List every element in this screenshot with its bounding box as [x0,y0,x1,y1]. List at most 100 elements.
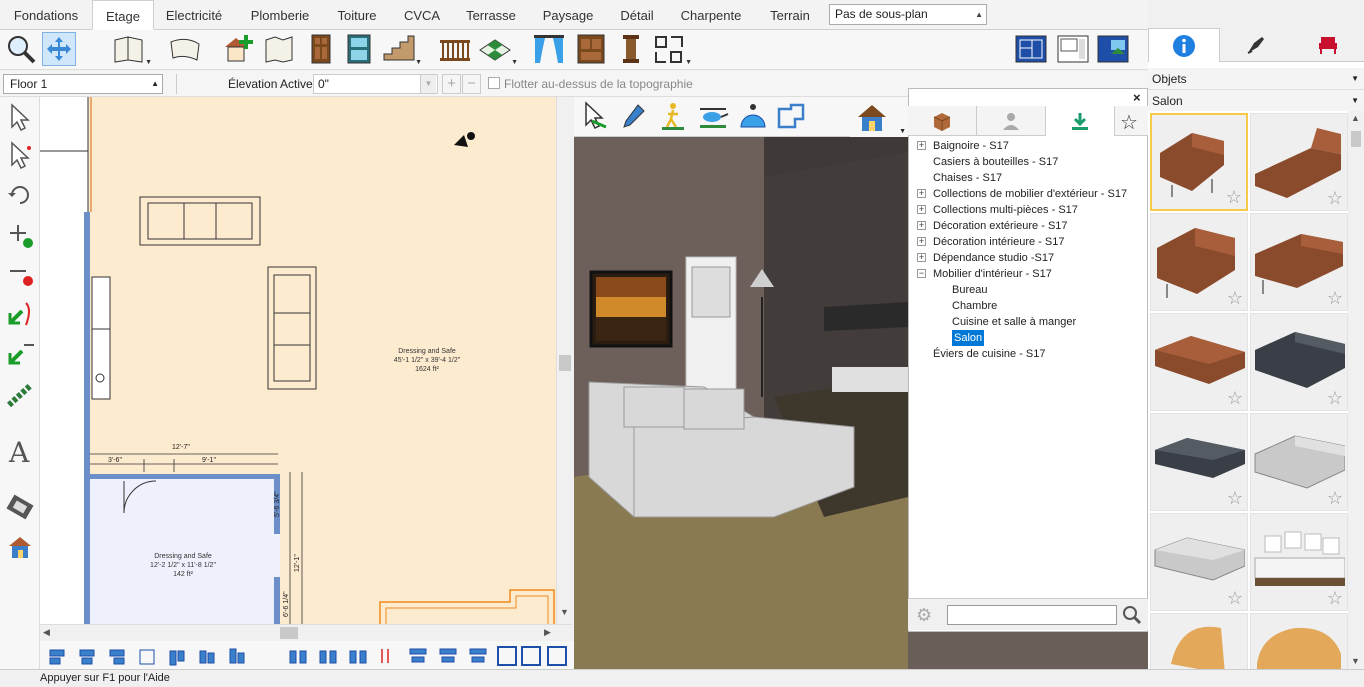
chevron-left-icon[interactable]: ◀ [43,627,50,638]
scroll-thumb[interactable] [1351,131,1361,147]
plan-3d-button[interactable] [774,99,808,133]
floor-plan-button[interactable] [262,32,296,66]
select-3d-button[interactable] [578,99,612,133]
tab-terrain[interactable]: Terrain [758,0,822,30]
orbit-button[interactable] [736,99,770,133]
floor-select[interactable]: Floor 1 ▲▼ [3,74,163,106]
object-thumbnail[interactable] [1250,613,1348,669]
info-tab[interactable] [1148,28,1220,62]
pen-tab[interactable] [1220,28,1292,62]
object-thumbnail[interactable]: ☆ [1150,313,1248,411]
object-thumbnail[interactable]: ☆ [1250,513,1348,611]
railing-button[interactable] [438,32,472,66]
object-thumbnail[interactable]: ☆ [1150,113,1248,211]
curved-wall-button[interactable] [168,32,202,66]
object-thumbnail[interactable]: ☆ [1150,213,1248,311]
object-thumbnail[interactable]: ☆ [1250,213,1348,311]
window-button[interactable] [342,32,376,66]
tab-fondations[interactable]: Fondations [2,0,90,30]
star-icon[interactable]: ☆ [1120,110,1138,135]
expand-icon[interactable]: + [917,189,926,198]
tab-toiture[interactable]: Toiture [326,0,388,30]
chevron-down-icon[interactable]: ▼ [560,607,569,617]
tab-electricite[interactable]: Electricité [158,0,230,30]
subcategory-select[interactable]: Salon ▼ [1148,90,1364,112]
favorite-star-icon[interactable]: ☆ [1327,488,1343,509]
wall-tool-button[interactable]: ▼ [112,32,152,66]
object-thumbnail[interactable]: ☆ [1150,513,1248,611]
favorite-star-icon[interactable]: ☆ [1227,588,1243,609]
favorite-star-icon[interactable]: ☆ [1327,288,1343,309]
tab-paysage[interactable]: Paysage [532,0,604,30]
chevron-down-icon[interactable]: ▼ [1351,656,1360,666]
add-point-button[interactable] [2,219,38,251]
plan-horizontal-scrollbar[interactable]: ◀ ▶ [40,624,572,640]
favorite-star-icon[interactable]: ☆ [1227,388,1243,409]
aerial-button[interactable] [696,99,730,133]
scroll-thumb[interactable] [559,355,571,371]
break-line-button[interactable] [2,257,38,289]
floor-tile-button[interactable]: ▼ [478,32,518,66]
minus-button[interactable]: − [462,74,481,94]
object-thumbnail[interactable]: ☆ [1250,313,1348,411]
favorite-star-icon[interactable]: ☆ [1327,588,1343,609]
tab-cvca[interactable]: CVCA [394,0,450,30]
room-button[interactable] [222,32,256,66]
object-thumbnail[interactable]: ☆ [1250,113,1348,211]
favorite-star-icon[interactable]: ☆ [1227,488,1243,509]
library-search-input[interactable] [947,605,1117,625]
library-user-tab[interactable] [977,106,1046,136]
tab-terrasse[interactable]: Terrasse [456,0,526,30]
expand-icon[interactable]: + [917,221,926,230]
walk-button[interactable] [656,99,690,133]
text-button[interactable]: A [2,435,38,467]
favorite-star-icon[interactable]: ☆ [1227,288,1243,309]
plan-vertical-scrollbar[interactable]: ▼ [556,97,572,624]
select-button[interactable] [2,101,38,133]
tab-etage[interactable]: Etage [92,0,154,30]
library-download-tab[interactable] [1046,106,1115,136]
camera-view-button[interactable] [1096,32,1130,66]
layout-view-button[interactable] [1056,32,1090,66]
chevron-right-icon[interactable]: ▶ [544,627,551,638]
3d-camera-menu[interactable]: ▼ [850,97,908,137]
object-thumbnail[interactable] [1150,613,1248,669]
door-button[interactable] [304,32,338,66]
eyedropper-button[interactable] [616,99,650,133]
tab-plomberie[interactable]: Plomberie [240,0,320,30]
layout-button[interactable]: ▼ [652,32,692,66]
category-select[interactable]: Objets ▼ [1148,68,1364,90]
house-view-button[interactable] [2,531,38,563]
zoom-button[interactable] [4,32,38,66]
floor-plan-view[interactable]: Dressing and Safe 45'-1 1/2" x 39'-4 1/2… [40,97,572,624]
column-button[interactable] [614,32,648,66]
join-line-button[interactable] [2,337,38,369]
subplan-select[interactable]: Pas de sous-plan ▲▼ [829,4,987,38]
chain-button[interactable] [2,379,38,411]
cabinet-button[interactable] [574,32,608,66]
film-button[interactable] [2,491,38,523]
favorite-star-icon[interactable]: ☆ [1226,187,1242,208]
expand-icon[interactable]: + [917,253,926,262]
chair-tab[interactable] [1292,28,1364,62]
expand-icon[interactable]: + [917,141,926,150]
float-checkbox[interactable] [488,77,500,89]
scroll-thumb[interactable] [280,627,298,639]
stairs-button[interactable]: ▼ [382,32,422,66]
library-box-tab[interactable] [908,106,977,136]
expand-icon[interactable]: + [917,237,926,246]
favorite-star-icon[interactable]: ☆ [1327,388,1343,409]
curtain-button[interactable] [532,32,566,66]
object-thumbnail[interactable]: ☆ [1150,413,1248,511]
gear-icon[interactable]: ⚙ [916,605,932,626]
close-icon[interactable]: × [1133,90,1141,105]
chevron-up-icon[interactable]: ▲ [1351,113,1360,123]
tab-charpente[interactable]: Charpente [670,0,752,30]
pan-button[interactable] [42,32,76,66]
search-icon[interactable] [1122,605,1142,628]
chevron-down-icon[interactable]: ▼ [420,75,436,93]
object-grid-scrollbar[interactable]: ▲ ▼ [1348,111,1364,669]
rotate-button[interactable] [2,179,38,211]
join-button[interactable] [2,297,38,329]
collapse-icon[interactable]: − [917,269,926,278]
